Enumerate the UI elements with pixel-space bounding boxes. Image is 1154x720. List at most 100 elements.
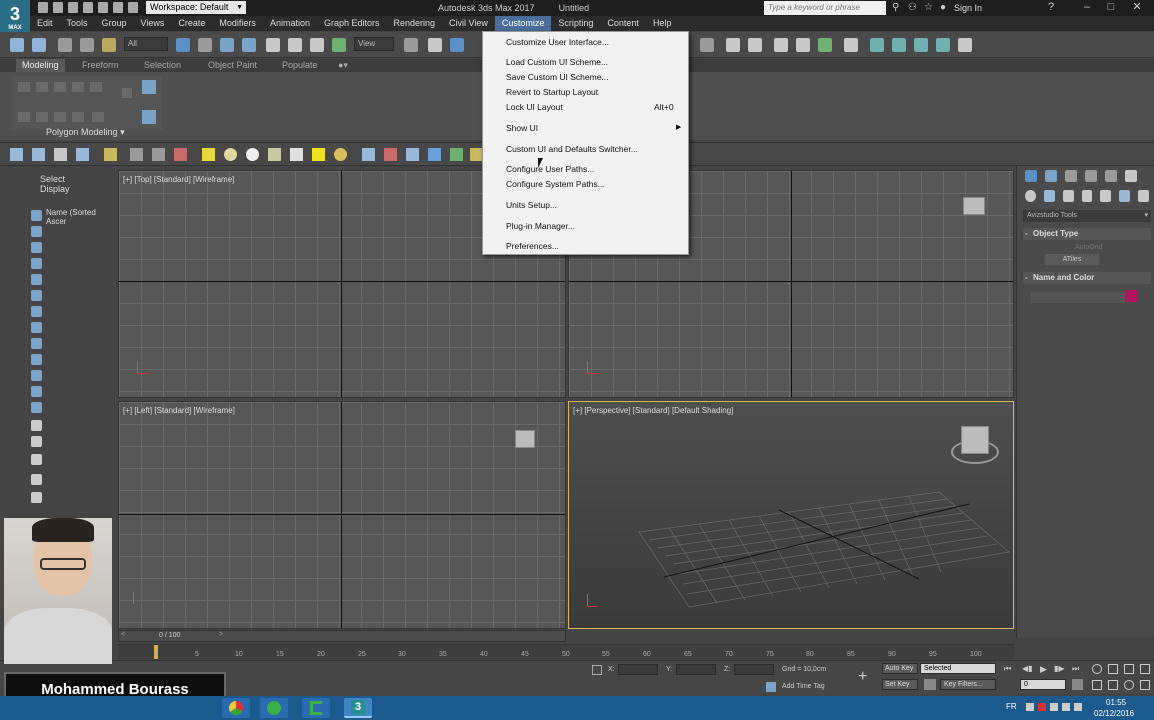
filter-cameras-icon[interactable] [31,258,42,269]
shortcut-icon[interactable] [406,148,419,161]
display-none-icon[interactable] [31,420,42,431]
plane-icon[interactable] [202,148,215,161]
maximize-icon[interactable]: □ [1100,0,1122,16]
menu-item-preferences[interactable]: Preferences... [506,241,559,251]
clock-date[interactable]: 02/12/2016 [1094,709,1134,718]
schematic-view-icon[interactable] [818,38,832,52]
layer-explorer-icon[interactable] [748,38,762,52]
explorer-tab-display[interactable]: Display [40,184,70,194]
scene-explorer-icon[interactable] [726,38,740,52]
sun-icon[interactable] [334,148,347,161]
current-frame-field[interactable]: 0 [1020,679,1066,690]
zoom-all-icon[interactable] [1108,664,1118,674]
object-category-select[interactable]: Avizstudio Tools ▾ [1023,210,1151,222]
motion-tab-icon[interactable] [1085,170,1097,182]
menu-tools[interactable]: Tools [60,16,95,31]
object-color-swatch[interactable] [1125,290,1137,302]
shortcut-icon[interactable] [384,148,397,161]
unlink-icon[interactable] [80,38,94,52]
cone-icon[interactable] [290,148,303,161]
bind-space-warp-icon[interactable] [102,38,116,52]
time-tag-icon[interactable] [766,682,776,692]
key-filter-icon[interactable] [924,679,936,690]
select-object-icon[interactable] [176,38,190,52]
link-icon[interactable] [58,38,72,52]
explorer-tab-select[interactable]: Select [40,174,65,184]
display-invert-icon[interactable] [31,436,42,447]
clock-time[interactable]: 01:55 [1106,698,1126,707]
geometry-icon[interactable] [1025,190,1036,202]
shortcut-icon[interactable] [10,148,23,161]
utilities-tab-icon[interactable] [1125,170,1137,182]
open-file-icon[interactable] [53,2,63,13]
workspace-selector[interactable]: Workspace: Default ▼ [146,1,246,14]
hierarchy-tab-icon[interactable] [1065,170,1077,182]
tab-populate[interactable]: Populate [276,59,324,72]
new-file-icon[interactable] [38,2,48,13]
save-file-icon[interactable] [68,2,78,13]
select-manipulate-icon[interactable] [428,38,442,52]
place-icon[interactable] [332,38,346,52]
scale-icon[interactable] [310,38,324,52]
redo-icon[interactable] [98,2,108,13]
menu-item-configure-system-paths[interactable]: Configure System Paths... [506,179,605,189]
menu-item-configure-user-paths[interactable]: Configure User Paths... [506,164,594,174]
binoculars-icon[interactable]: ⚇ [908,2,918,13]
lights-icon[interactable] [1062,190,1074,202]
time-configuration-icon[interactable] [1072,679,1083,690]
go-to-start-icon[interactable]: ⏮ [1004,664,1014,674]
time-slider[interactable]: < 0 / 100 > [118,630,566,642]
ribbon-button[interactable] [54,82,66,92]
zoom-extents-icon[interactable] [1124,664,1134,674]
shapes-icon[interactable] [1043,190,1055,202]
menu-civil-view[interactable]: Civil View [442,16,495,31]
selection-filter-select[interactable]: All [124,37,168,51]
menu-edit[interactable]: Edit [30,16,60,31]
undo-icon[interactable] [10,38,24,52]
field-of-view-icon[interactable] [1092,680,1102,690]
menu-rendering[interactable]: Rendering [387,16,443,31]
close-icon[interactable]: ✕ [1126,0,1148,16]
menu-group[interactable]: Group [95,16,134,31]
geosphere-icon[interactable] [246,148,259,161]
search-input[interactable]: Type a keyword or phrase [764,1,886,15]
name-and-color-rollout[interactable]: - Name and Color [1023,272,1151,284]
tray-arrow-icon[interactable] [1026,703,1034,711]
ribbon-button[interactable] [92,112,104,122]
filter-xrefs-icon[interactable] [31,322,42,333]
zoom-extents-all-icon[interactable] [1140,664,1150,674]
ribbon-button[interactable] [142,80,156,94]
tray-app-icon[interactable] [1038,703,1046,711]
shortcut-icon[interactable] [76,148,89,161]
menu-content[interactable]: Content [600,16,646,31]
polygon-modeling-dropdown[interactable]: Polygon Modeling ▾ [46,127,125,138]
menu-customize[interactable]: Customize [494,16,552,31]
ribbon-button[interactable] [72,112,84,122]
curve-editor-icon[interactable] [796,38,810,52]
tray-icons[interactable] [1026,703,1086,713]
orbit-icon[interactable] [1124,680,1134,690]
menu-item-units-setup[interactable]: Units Setup... [506,200,557,210]
pin-icon[interactable] [128,2,138,13]
lock-selection-icon[interactable] [592,665,602,675]
window-crossing-icon[interactable] [242,38,256,52]
tab-object-paint[interactable]: Object Paint [202,59,263,72]
filter-lights-icon[interactable] [31,242,42,253]
filter-containers-icon[interactable] [31,354,42,365]
shortcut-icon[interactable] [152,148,165,161]
menu-item-load-custom-ui-scheme[interactable]: Load Custom UI Scheme... [506,57,608,67]
play-icon[interactable]: ▶ [1040,664,1050,674]
filter-helpers-icon[interactable] [31,274,42,285]
next-frame-icon[interactable]: ▮▶ [1054,664,1065,674]
shortcut-icon[interactable] [32,148,45,161]
explorer-column-header[interactable]: Name (Sorted Ascer [46,208,118,226]
menu-item-plugin-manager[interactable]: Plug-in Manager... [506,221,575,231]
viewport-perspective[interactable]: [+] [Perspective] [Standard] [Default Sh… [568,401,1014,629]
ribbon-button[interactable] [36,112,48,122]
3dsmax-taskbar-icon[interactable]: 3 [344,698,372,718]
render-production-icon[interactable] [914,38,928,52]
shortcut-icon[interactable] [174,148,187,161]
menu-help[interactable]: Help [646,16,679,31]
key-filters-button[interactable]: Key Filters... [940,679,996,690]
display-tab-icon[interactable] [1105,170,1117,182]
